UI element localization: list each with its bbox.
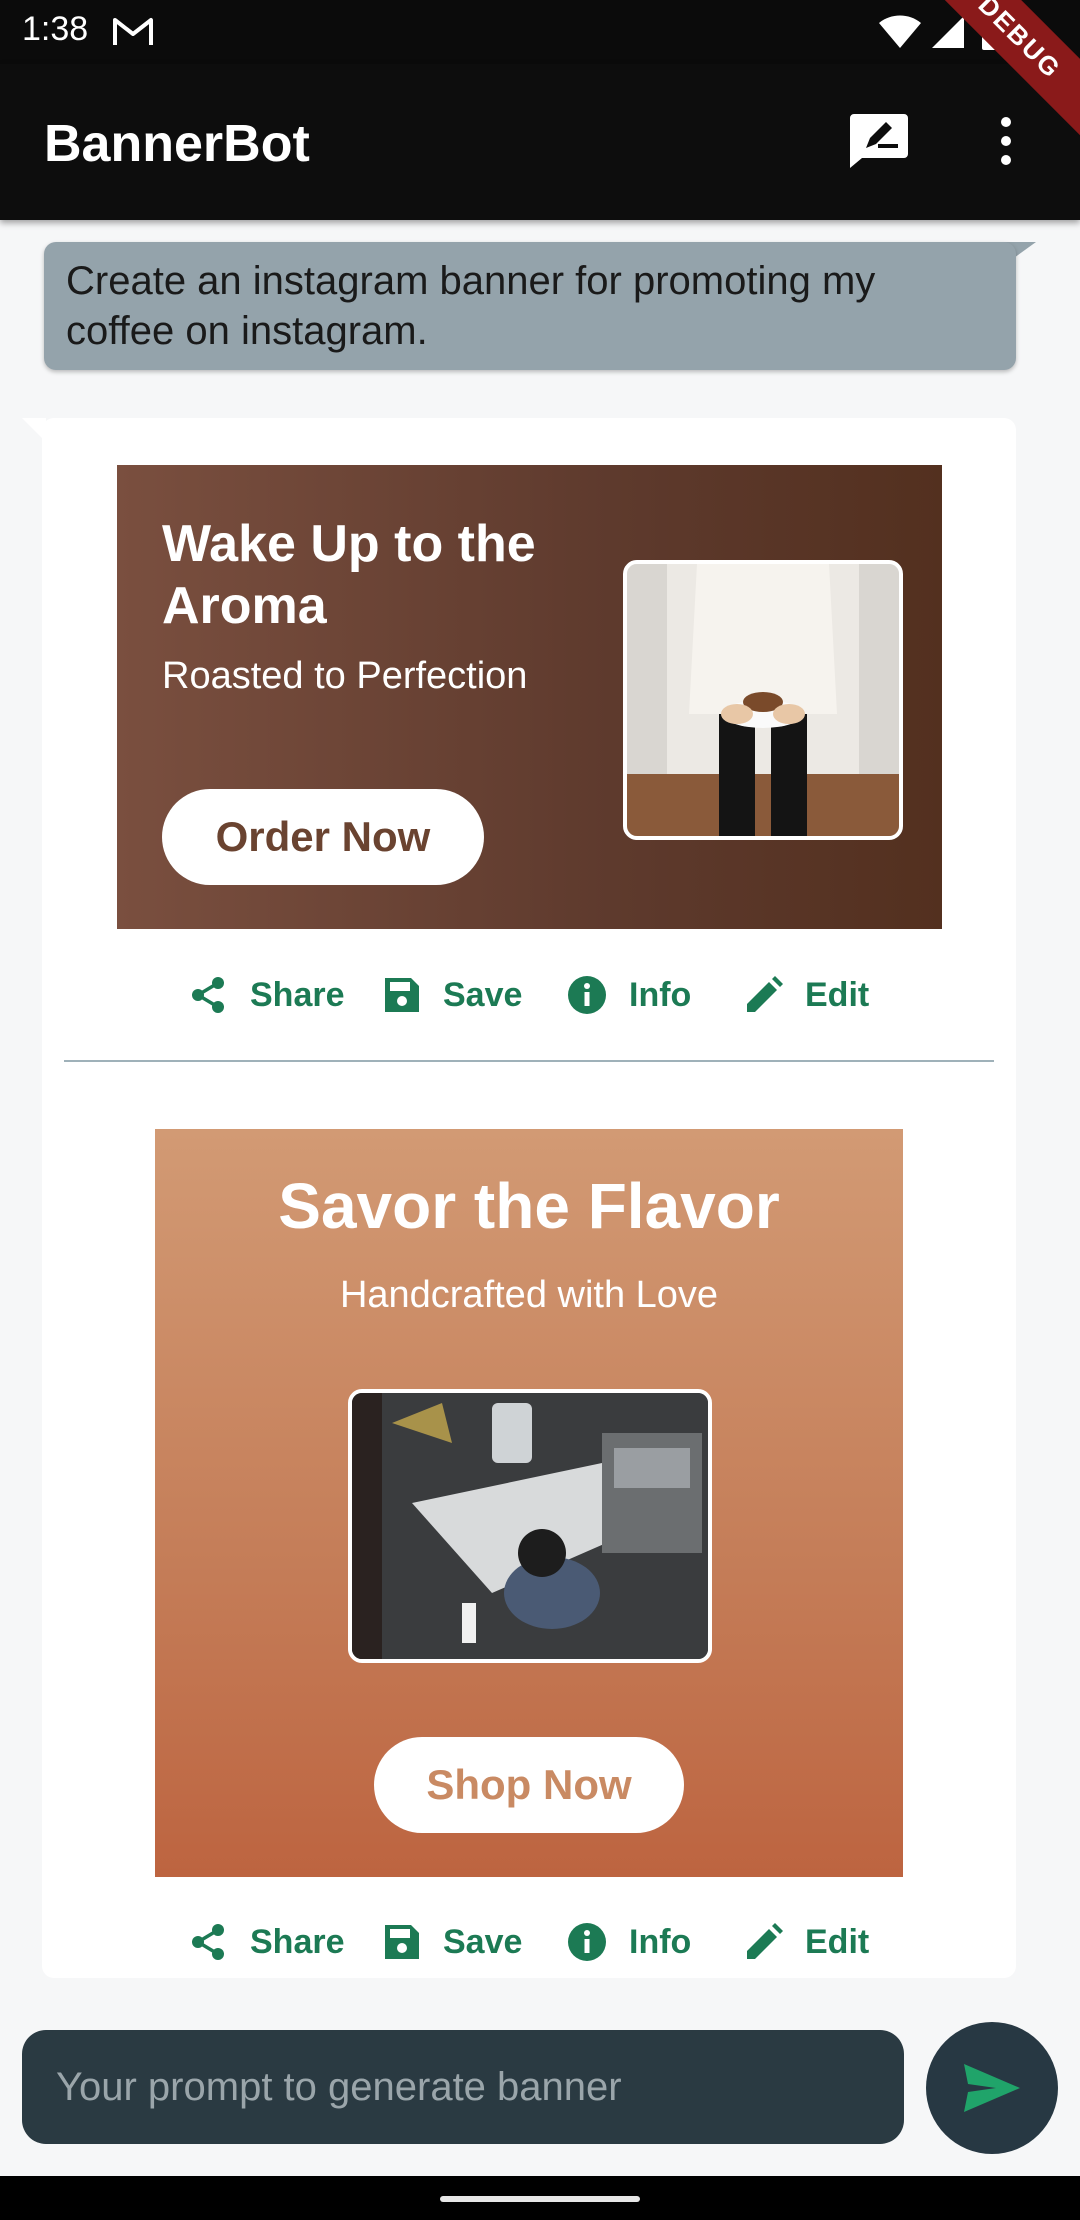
edit-button[interactable]: Edit [745, 1912, 869, 1972]
banner-2-cta-button[interactable]: Shop Now [374, 1737, 684, 1833]
home-handle[interactable] [440, 2196, 640, 2202]
banner-2-subtitle: Handcrafted with Love [339, 1274, 719, 1316]
banner-1-actions: Share Save Info Edit [0, 965, 1080, 1025]
banner-1: Wake Up to the Aroma Roasted to Perfecti… [117, 465, 942, 929]
share-icon [192, 1924, 224, 1960]
share-label: Share [250, 975, 345, 1014]
save-icon [385, 1925, 419, 1959]
banner-2-actions: Share Save Info Edit [0, 1912, 1080, 1972]
edit-icon [747, 976, 783, 1012]
user-message: Create an instagram banner for promoting… [44, 242, 1016, 370]
save-button[interactable]: Save [383, 965, 522, 1025]
edit-button[interactable]: Edit [745, 965, 869, 1025]
send-icon [964, 2064, 1020, 2112]
info-label: Info [629, 975, 692, 1014]
new-chat-icon[interactable] [848, 112, 910, 173]
info-icon [568, 1923, 606, 1961]
status-time: 1:38 [22, 10, 89, 48]
banner-1-title: Wake Up to the Aroma [162, 515, 536, 635]
edit-label: Edit [805, 975, 870, 1014]
edit-icon [747, 1923, 783, 1959]
banner-1-subtitle: Roasted to Perfection [162, 655, 528, 697]
app-title: BannerBot [44, 115, 310, 173]
save-icon [385, 978, 419, 1012]
wifi-icon [878, 14, 922, 55]
more-options-icon[interactable] [996, 116, 1016, 171]
banner-1-cta-button[interactable]: Order Now [162, 789, 484, 885]
info-button[interactable]: Info [567, 1912, 691, 1972]
share-label: Share [250, 1922, 345, 1961]
info-label: Info [629, 1922, 692, 1961]
share-button[interactable]: Share [188, 965, 345, 1025]
app-bar: BannerBot [0, 64, 1080, 220]
prompt-input[interactable] [22, 2030, 904, 2144]
send-button[interactable] [926, 2022, 1058, 2154]
edit-label: Edit [805, 1922, 870, 1961]
status-bar: 1:38 [0, 0, 1080, 64]
info-button[interactable]: Info [567, 965, 691, 1025]
banner-2-image [348, 1389, 712, 1663]
save-button[interactable]: Save [383, 1912, 522, 1972]
banner-1-image [623, 560, 903, 840]
info-icon [568, 976, 606, 1014]
banner-2: Savor the Flavor Handcrafted with Love S… [155, 1129, 903, 1877]
signal-icon [926, 14, 966, 55]
save-label: Save [443, 975, 523, 1014]
gmail-icon [112, 14, 154, 53]
share-icon [192, 977, 224, 1013]
banner-divider [64, 1060, 994, 1062]
share-button[interactable]: Share [188, 1912, 345, 1972]
save-label: Save [443, 1922, 523, 1961]
banner-2-title: Savor the Flavor [278, 1170, 780, 1242]
